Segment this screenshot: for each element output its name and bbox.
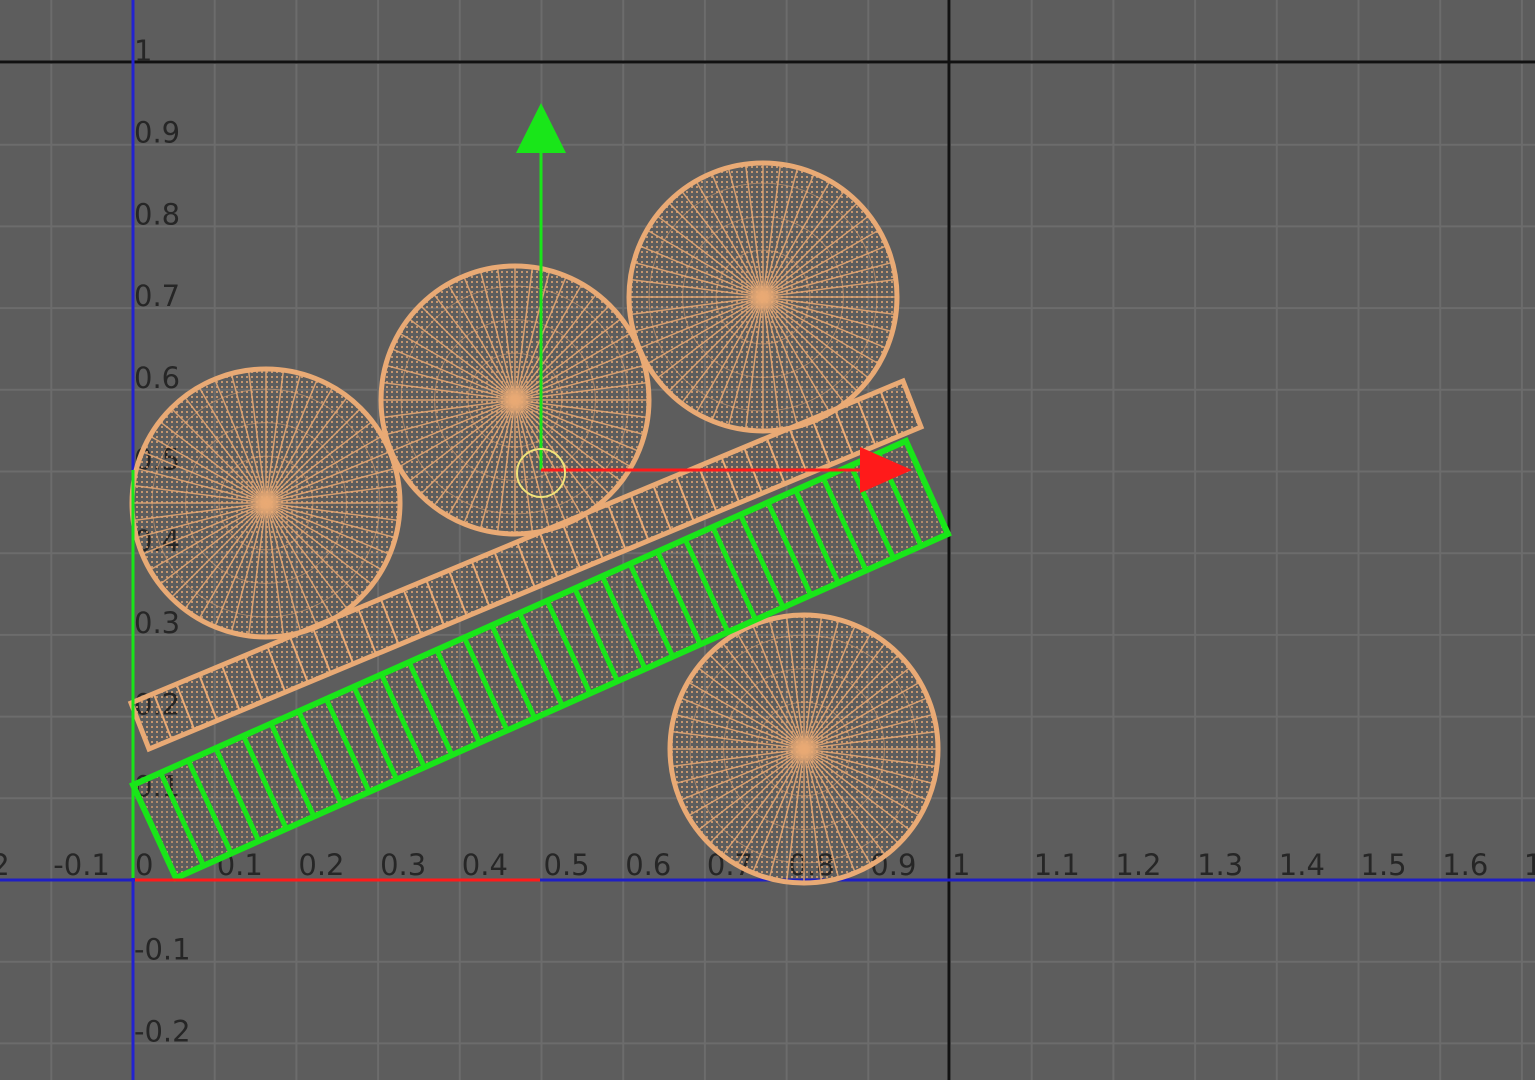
u-tick-label: -0.1	[53, 848, 110, 882]
u-tick-label: 1.1	[1034, 848, 1080, 882]
v-tick-label: 0.7	[134, 279, 180, 313]
u-tick-label: 0.4	[462, 848, 508, 882]
uv-shell-disc[interactable]	[667, 612, 941, 886]
u-tick-label: 0.2	[298, 848, 344, 882]
u-tick-label: 1	[1524, 848, 1535, 882]
uv-shell-disc[interactable]	[626, 160, 900, 434]
u-tick-label: 1.6	[1442, 848, 1488, 882]
v-tick-label: 0.3	[134, 606, 180, 640]
uv-shell-disc[interactable]	[378, 263, 652, 537]
disc-spokes	[132, 369, 400, 637]
u-tick-label: 0.5	[544, 848, 590, 882]
uv-viewport[interactable]: -.2-0.100.10.20.30.40.50.60.70.80.911.11…	[0, 0, 1535, 1080]
v-tick-label: 0.8	[134, 197, 180, 231]
u-tick-label: 1.2	[1115, 848, 1161, 882]
v-tick-label: 1	[134, 34, 152, 68]
uv-shell-disc[interactable]	[129, 366, 403, 640]
u-tick-label: -.2	[0, 848, 10, 882]
u-tick-label: 0.3	[380, 848, 426, 882]
disc-spokes	[670, 615, 938, 883]
disc-spokes	[381, 266, 649, 534]
u-tick-label: 1.5	[1361, 848, 1407, 882]
u-tick-label: 1.4	[1279, 848, 1325, 882]
u-tick-label: 0	[135, 848, 153, 882]
v-tick-label: 0.6	[134, 361, 180, 395]
u-tick-label: 1	[952, 848, 970, 882]
v-tick-label: -0.2	[134, 1014, 191, 1048]
u-tick-label: 0.6	[625, 848, 671, 882]
u-tick-label: 1.3	[1197, 848, 1243, 882]
v-tick-label: -0.1	[134, 933, 191, 967]
v-tick-label: 0.9	[134, 116, 180, 150]
disc-spokes	[629, 163, 897, 431]
